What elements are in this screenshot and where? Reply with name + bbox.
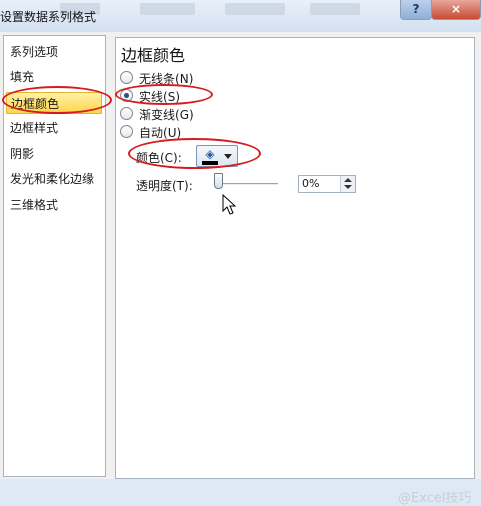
option-label: 实线 — [139, 90, 164, 104]
option-label: 自动 — [139, 126, 164, 140]
section-title: 边框颜色 — [121, 46, 186, 65]
color-swatch — [202, 161, 218, 165]
nav-item-fill[interactable]: 填充 — [10, 66, 34, 88]
nav-item-3d-format[interactable]: 三维格式 — [10, 194, 58, 216]
spinner-buttons[interactable] — [340, 176, 355, 192]
radio-button-checked[interactable] — [120, 89, 133, 102]
color-label: 颜色(C): — [136, 151, 182, 165]
help-button[interactable]: ? — [400, 0, 432, 20]
blurred-background — [225, 3, 285, 15]
transparency-spinner[interactable]: 0% — [298, 175, 356, 193]
access-key: (G) — [175, 108, 194, 122]
watermark: @Excel技巧 — [398, 491, 472, 506]
transparency-slider-thumb[interactable] — [214, 173, 223, 189]
transparency-value[interactable]: 0% — [302, 177, 319, 190]
paint-bucket-icon: ◈ — [205, 147, 215, 161]
access-key: (N) — [175, 72, 194, 86]
nav-item-glow-soft-edges[interactable]: 发光和柔化边缘 — [10, 168, 94, 190]
blurred-background — [140, 3, 195, 15]
window-title: 设置数据系列格式 — [0, 10, 97, 24]
access-key: (S) — [163, 90, 181, 104]
radio-automatic[interactable]: 自动(U) — [120, 124, 181, 142]
chevron-down-icon — [224, 154, 232, 159]
format-dialog: 系列选项 填充 边框颜色 边框样式 阴影 发光和柔化边缘 三维格式 边框颜色 无… — [0, 32, 481, 506]
transparency-slider-track[interactable] — [216, 183, 278, 185]
access-key: (U) — [163, 126, 182, 140]
blurred-background — [310, 3, 360, 15]
mouse-pointer-icon — [222, 194, 237, 215]
radio-gradient-line[interactable]: 渐变线(G) — [120, 106, 194, 124]
nav-item-border-style[interactable]: 边框样式 — [10, 117, 58, 139]
spin-up-icon[interactable] — [344, 178, 352, 182]
nav-item-border-color[interactable]: 边框颜色 — [6, 92, 102, 114]
radio-button[interactable] — [120, 71, 133, 84]
options-panel: 边框颜色 无线条(N) 实线(S) 渐变线(G) 自动(U) 颜色(C): ◈ … — [115, 37, 475, 479]
nav-item-shadow[interactable]: 阴影 — [10, 143, 34, 165]
nav-item-series-options[interactable]: 系列选项 — [10, 41, 58, 63]
category-list: 系列选项 填充 边框颜色 边框样式 阴影 发光和柔化边缘 三维格式 — [3, 35, 106, 477]
option-label: 渐变线 — [139, 108, 176, 122]
option-label: 无线条 — [139, 72, 176, 86]
transparency-label: 透明度(T): — [136, 179, 193, 193]
title-bar: 设置数据系列格式 ? × — [0, 0, 481, 33]
radio-solid-line[interactable]: 实线(S) — [120, 88, 180, 106]
radio-button[interactable] — [120, 125, 133, 138]
close-button[interactable]: × — [431, 0, 481, 20]
color-picker-button[interactable]: ◈ — [196, 145, 238, 167]
radio-no-line[interactable]: 无线条(N) — [120, 70, 193, 88]
spin-down-icon[interactable] — [344, 185, 352, 189]
radio-button[interactable] — [120, 107, 133, 120]
